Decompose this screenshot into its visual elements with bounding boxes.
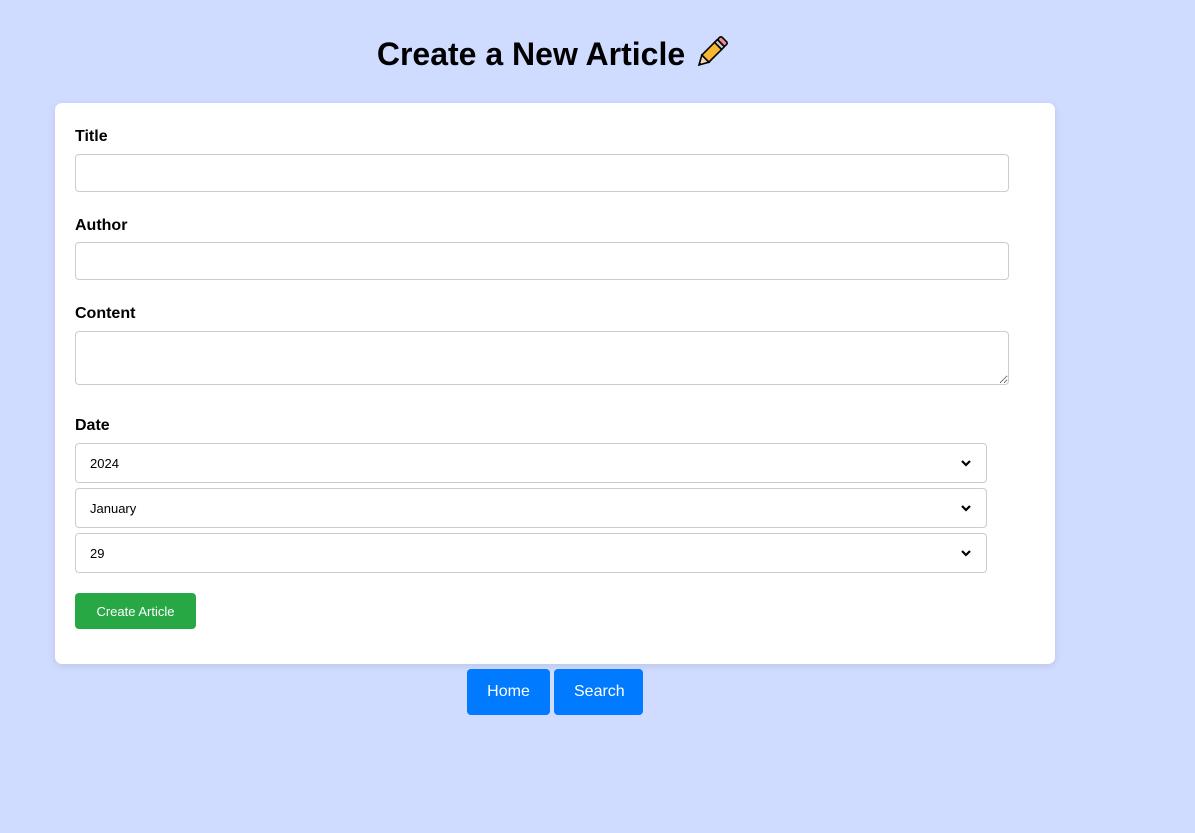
author-label: Author <box>75 217 128 234</box>
pencil-icon <box>691 33 731 73</box>
year-select[interactable]: 2024 <box>75 443 987 483</box>
page-title-text: Create a New Article <box>376 36 686 72</box>
content-textarea[interactable] <box>75 331 1009 385</box>
title-label: Title <box>75 128 108 145</box>
chevron-down-icon <box>961 505 971 512</box>
chevron-down-icon <box>961 460 971 467</box>
home-button[interactable]: Home <box>467 669 550 715</box>
date-label: Date <box>75 417 110 434</box>
article-form-card: Title Author Content Date 2024 January 2… <box>55 103 1055 664</box>
month-select[interactable]: January <box>75 488 987 528</box>
content-label: Content <box>75 305 136 322</box>
chevron-down-icon <box>961 550 971 557</box>
create-article-button[interactable]: Create Article <box>75 593 196 629</box>
day-select-value: 29 <box>90 545 105 561</box>
nav-bar: Home Search <box>467 669 643 715</box>
day-select[interactable]: 29 <box>75 533 987 573</box>
author-input[interactable] <box>75 242 1009 280</box>
search-button[interactable]: Search <box>554 669 643 715</box>
year-select-value: 2024 <box>90 455 119 471</box>
title-input[interactable] <box>75 154 1009 192</box>
page-title: Create a New Article <box>0 34 1108 77</box>
month-select-value: January <box>90 500 137 516</box>
